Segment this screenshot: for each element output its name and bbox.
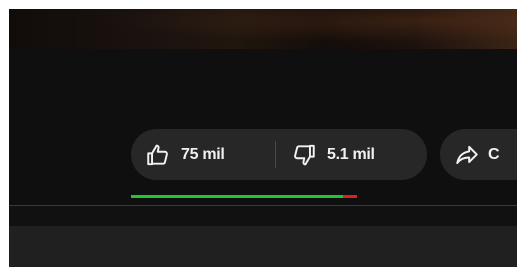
- lower-band: [9, 206, 517, 226]
- like-ratio-bar: [131, 195, 357, 198]
- like-count: 75 mil: [181, 145, 225, 163]
- share-label: C: [488, 145, 500, 163]
- like-button[interactable]: 75 mil: [145, 129, 225, 180]
- share-arrow-icon: [456, 145, 478, 164]
- button-divider: [275, 141, 276, 168]
- dislike-count: 5.1 mil: [327, 145, 375, 163]
- dislike-button[interactable]: 5.1 mil: [291, 129, 375, 180]
- like-dislike-segmented-button: 75 mil 5.1 mil: [131, 129, 427, 180]
- video-page-region: 75 mil 5.1 mil C: [9, 9, 517, 267]
- thumbs-up-icon: [147, 144, 168, 165]
- description-panel[interactable]: [9, 226, 517, 267]
- thumbs-down-icon: [294, 144, 315, 165]
- share-button[interactable]: C: [440, 129, 517, 180]
- like-ratio-fill: [131, 195, 343, 198]
- video-player-edge[interactable]: [9, 9, 517, 49]
